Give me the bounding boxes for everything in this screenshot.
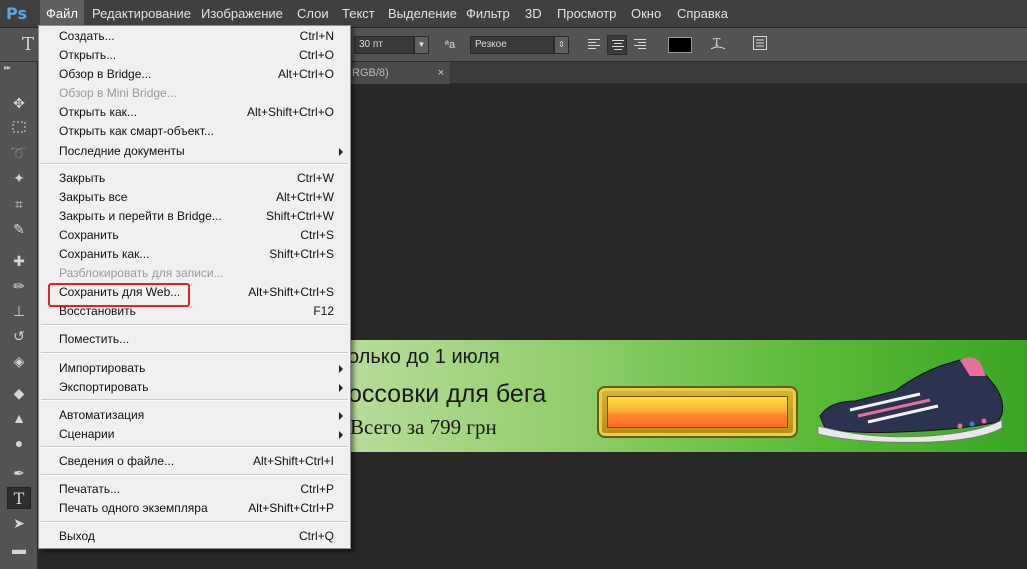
anti-alias-select[interactable]: Резкое (470, 36, 554, 54)
menu-separator (41, 399, 348, 401)
sneaker-image (817, 357, 1004, 443)
history-brush-tool-icon[interactable]: ↺ (7, 325, 31, 347)
menu-separator (41, 352, 348, 354)
blur-tool-icon[interactable]: ▲ (7, 407, 31, 429)
warp-text-icon[interactable]: T (708, 35, 728, 55)
menu-item-close-and-go-to-bridge[interactable]: Закрыть и перейти в Bridge... Shift+Ctrl… (39, 207, 350, 226)
menu-filter[interactable]: Фильтр (460, 0, 516, 28)
menu-item-open[interactable]: Открыть... Ctrl+O (39, 46, 350, 65)
character-panel-icon[interactable] (750, 35, 770, 55)
menu-3d[interactable]: 3D (519, 0, 548, 28)
type-tool-icon[interactable]: T (7, 487, 31, 509)
paint-bucket-tool-icon[interactable]: ◆ (7, 382, 31, 404)
menu-item-new[interactable]: Создать... Ctrl+N (39, 27, 350, 46)
submenu-arrow-icon (339, 431, 343, 439)
healing-brush-tool-icon[interactable]: ✚ (7, 250, 31, 272)
banner-button-graphic (597, 386, 798, 438)
menu-item-exit[interactable]: Выход Ctrl+Q (39, 527, 350, 546)
menu-separator (41, 324, 348, 326)
clone-stamp-tool-icon[interactable]: ⊥ (7, 300, 31, 322)
magic-wand-tool-icon[interactable]: ✦ (7, 167, 31, 189)
dodge-tool-icon[interactable]: ● (7, 432, 31, 454)
path-selection-tool-icon[interactable]: ➤ (7, 512, 31, 534)
menu-item-save-as[interactable]: Сохранить как... Shift+Ctrl+S (39, 245, 350, 264)
lasso-tool-icon[interactable]: ➰ (7, 142, 31, 164)
menu-item-open-as-smart-object[interactable]: Открыть как смарт-объект... (39, 122, 350, 141)
move-tool-icon[interactable]: ✥ (7, 92, 31, 114)
menu-item-check-in: Разблокировать для записи... (59, 266, 224, 280)
submenu-arrow-icon (339, 148, 343, 156)
rectangle-tool-icon[interactable]: ▬ (7, 538, 31, 560)
anti-alias-dropdown[interactable]: ⇕ (554, 36, 569, 54)
close-icon[interactable]: × (438, 62, 444, 84)
anti-alias-icon: ªa (444, 39, 456, 51)
menu-image[interactable]: Изображение (195, 0, 289, 28)
menu-file[interactable]: Файл (40, 0, 84, 28)
document-tab[interactable]: RGB/8) × (338, 62, 450, 84)
chevron-updown-icon: ⇕ (558, 40, 565, 49)
menu-view[interactable]: Просмотр (551, 0, 622, 28)
crop-tool-icon[interactable]: ⌗ (7, 193, 31, 215)
menu-item-print[interactable]: Печатать... Ctrl+P (39, 480, 350, 499)
menu-item-save[interactable]: Сохранить Ctrl+S (39, 226, 350, 245)
photoshop-logo: Ps (6, 4, 27, 23)
submenu-arrow-icon (339, 365, 343, 373)
banner-image: олько до 1 июля оссовки для бега Всего з… (340, 340, 1027, 452)
document-tab-title: RGB/8) (352, 67, 389, 79)
submenu-arrow-icon (339, 412, 343, 420)
menu-item-place[interactable]: Поместить... (39, 330, 350, 349)
menu-item-print-one-copy[interactable]: Печать одного экземпляра Alt+Shift+Ctrl+… (39, 499, 350, 518)
menu-item-open-as[interactable]: Открыть как... Alt+Shift+Ctrl+O (39, 103, 350, 122)
menu-separator (41, 521, 348, 523)
brush-tool-icon[interactable]: ✏ (7, 275, 31, 297)
menu-layers[interactable]: Слои (291, 0, 335, 28)
menu-item-recent-documents[interactable]: Последние документы (39, 142, 350, 161)
menu-item-browse-mini-bridge: Обзор в Mini Bridge... (59, 86, 177, 100)
text-color-swatch[interactable] (668, 37, 692, 53)
banner-button-fill (607, 396, 788, 428)
menu-item-file-info[interactable]: Сведения о файле... Alt+Shift+Ctrl+I (39, 452, 350, 471)
highlight-annotation-box (48, 283, 190, 307)
banner-text-line3: Всего за 799 грн (350, 415, 497, 439)
font-size-field[interactable]: 30 пт (354, 36, 414, 54)
eyedropper-tool-icon[interactable]: ✎ (7, 218, 31, 240)
pen-tool-icon[interactable]: ✒ (7, 462, 31, 484)
menu-help[interactable]: Справка (671, 0, 734, 28)
align-center-icon[interactable] (607, 35, 627, 55)
file-menu-dropdown: Создать... Ctrl+N Открыть... Ctrl+O Обзо… (38, 25, 351, 549)
menu-window[interactable]: Окно (625, 0, 667, 28)
menu-item-scripts[interactable]: Сценарии (39, 425, 350, 444)
banner-text-line2: оссовки для бега (348, 380, 547, 408)
menu-separator (41, 163, 348, 165)
align-right-icon[interactable] (630, 35, 650, 55)
menu-edit[interactable]: Редактирование (86, 0, 197, 28)
menu-item-close-all[interactable]: Закрыть все Alt+Ctrl+W (39, 188, 350, 207)
eraser-tool-icon[interactable]: ◈ (7, 350, 31, 372)
menu-bar: Ps Файл Редактирование Изображение Слои … (0, 0, 1027, 28)
menu-item-automate[interactable]: Автоматизация (39, 406, 350, 425)
menu-select[interactable]: Выделение (382, 0, 463, 28)
font-size-dropdown[interactable]: ▼ (414, 36, 429, 54)
collapse-toolbox-icon[interactable]: ▸▸ (4, 63, 11, 72)
submenu-arrow-icon (339, 384, 343, 392)
menu-separator (41, 474, 348, 476)
chevron-down-icon: ▼ (417, 40, 426, 49)
menu-separator (41, 446, 348, 448)
menu-item-browse-bridge[interactable]: Обзор в Bridge... Alt+Ctrl+O (39, 65, 350, 84)
type-tool-icon[interactable]: T (22, 34, 34, 55)
align-left-icon[interactable] (584, 35, 604, 55)
menu-item-export[interactable]: Экспортировать (39, 378, 350, 397)
menu-item-import[interactable]: Импортировать (39, 359, 350, 378)
marquee-tool-icon[interactable] (7, 117, 31, 139)
banner-text-line1: олько до 1 июля (348, 346, 500, 368)
toolbox: ▸▸ ✥ ➰ ✦ ⌗ ✎ ✚ ✏ ⊥ ↺ ◈ ◆ ▲ ● ✒ T ➤ ▬ (0, 62, 38, 569)
menu-item-close[interactable]: Закрыть Ctrl+W (39, 169, 350, 188)
menu-type[interactable]: Текст (336, 0, 381, 28)
